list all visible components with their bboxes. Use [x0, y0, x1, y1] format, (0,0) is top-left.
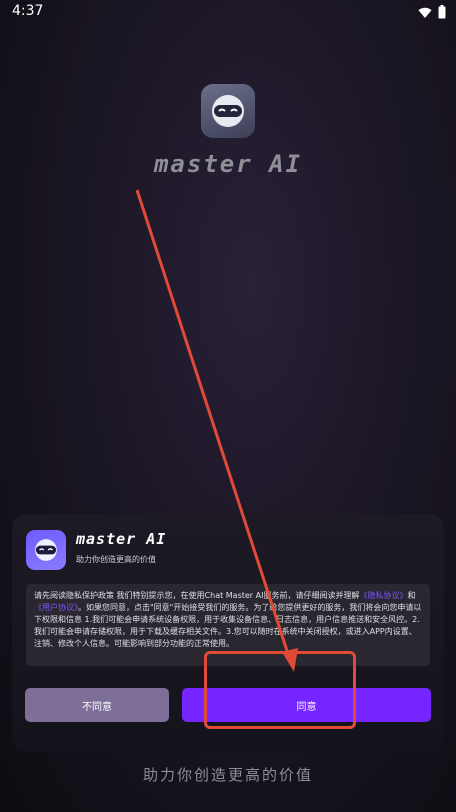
dialog-app-icon	[26, 530, 66, 570]
brand-name: master AI	[153, 150, 303, 178]
dialog-title: master AI	[76, 530, 167, 548]
robot-icon	[212, 95, 244, 127]
policy-text-part1: 请先阅读隐私保护政策 我们特别提示您，在使用Chat Master AI服务前，…	[34, 591, 360, 600]
status-bar: 4:37	[0, 0, 456, 24]
robot-icon	[35, 539, 57, 561]
app-logo	[201, 84, 255, 138]
status-icons	[418, 4, 446, 23]
privacy-policy-link[interactable]: 《隐私协议》	[359, 591, 407, 600]
disagree-button[interactable]: 不同意	[25, 688, 169, 722]
battery-icon	[438, 4, 446, 23]
policy-and: 和	[407, 591, 416, 600]
agree-highlight-box	[204, 651, 356, 729]
status-time: 4:37	[12, 3, 44, 19]
dialog-subtitle: 助力你创造更高的价值	[76, 555, 156, 564]
policy-text-part2: 。如果您同意，点击"同意"开始接受我们的服务。为了给您提供更好的服务，我们将会向…	[34, 603, 422, 648]
wifi-icon	[418, 4, 432, 23]
user-agreement-link[interactable]: 《用户协议》	[34, 603, 78, 612]
footer-slogan: 助力你创造更高的价值	[142, 766, 313, 784]
